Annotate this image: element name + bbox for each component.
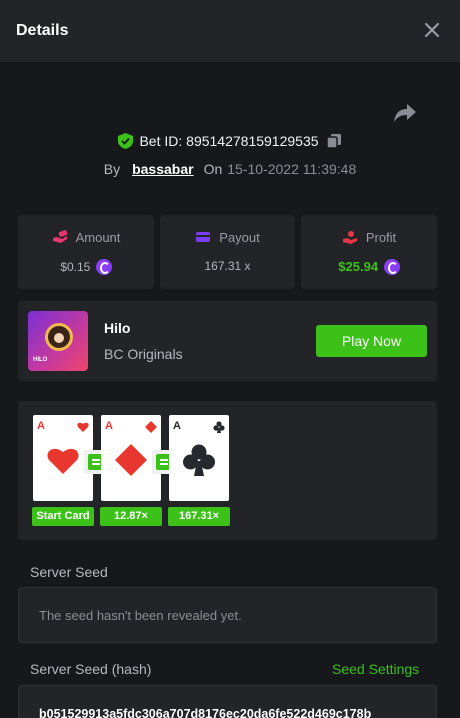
round-multiplier-badge: 12.87× [100,507,162,526]
bet-datetime: 15-10-2022 11:39:48 [227,161,357,177]
game-name: Hilo [104,320,131,336]
server-seed-value: The seed hasn't been revealed yet. [39,608,242,623]
modal-header: Details [0,0,460,62]
game-thumbnail[interactable]: HILO [28,311,88,371]
playing-card: A [169,415,229,501]
play-now-button[interactable]: Play Now [316,325,427,357]
club-icon [183,444,215,476]
round-history: A A A Start Card 12.87× 167.31× [18,401,437,540]
stat-label: Amount [75,230,121,245]
diamond-icon [145,421,157,433]
amount-value: $0.15 [60,260,91,274]
bet-byline: By bassabar On 15-10-2022 11:39:48 [0,161,460,177]
payout-value: 167.31 x [204,259,251,273]
heart-icon [47,448,79,474]
thumbnail-tag: HILO [33,357,48,363]
stat-amount: Amount $0.15 [18,215,154,289]
close-icon[interactable] [420,18,444,42]
stat-label: Profit [365,230,397,245]
bet-id-line: Bet ID: 89514278159129535 [0,133,460,149]
round-multiplier-badge: 167.31× [168,507,230,526]
server-seed-hash-label: Server Seed (hash) [30,661,152,677]
mascot-image [45,323,73,351]
profit-value: $25.94 [338,259,379,274]
server-seed-hash-box: b051529913a5fdc306a707d8176ec20da6fe522d… [18,685,437,718]
card-rank: A [37,420,45,432]
heart-icon [77,422,89,432]
verified-shield-icon [118,133,134,149]
club-icon [213,421,225,433]
round-multiplier-badge: Start Card [32,507,94,526]
game-card: HILO Hilo BC Originals Play Now [18,301,437,381]
server-seed-box: The seed hasn't been revealed yet. [18,587,437,643]
server-seed-label: Server Seed [30,564,108,580]
bet-id: Bet ID: 89514278159129535 [139,133,319,149]
coin-icon [383,259,400,275]
stat-label: Payout [219,230,260,245]
game-provider: BC Originals [104,346,183,362]
wallet-card-icon [196,232,211,242]
modal-title: Details [16,22,69,39]
seed-settings-link[interactable]: Seed Settings [332,661,419,677]
card-rank: A [105,420,113,432]
copy-icon[interactable] [325,133,342,149]
share-icon[interactable] [392,101,418,125]
card-rank: A [173,420,181,432]
server-seed-hash-value[interactable]: b051529913a5fdc306a707d8176ec20da6fe522d… [39,707,371,718]
on-label: On [203,161,223,177]
coin-icon [95,259,112,275]
diamond-icon [115,444,147,476]
username-link[interactable]: bassabar [132,161,193,177]
by-label: By [103,161,121,177]
profit-hand-icon [342,231,357,244]
money-hand-icon [52,230,67,243]
stat-profit: Profit $25.94 [301,215,437,289]
stat-payout: Payout 167.31 x [160,215,295,289]
